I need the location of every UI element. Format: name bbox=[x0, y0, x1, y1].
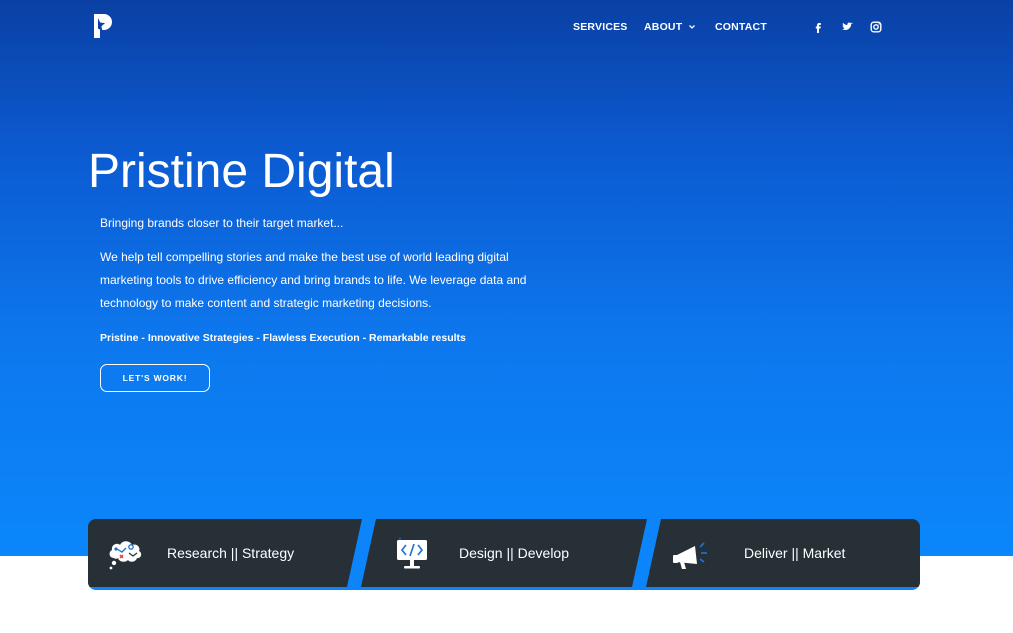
features-bar: Research || Strategy Design || Develop D… bbox=[88, 519, 920, 590]
code-monitor-icon bbox=[393, 536, 431, 572]
feature-research-strategy[interactable]: Research || Strategy bbox=[88, 519, 362, 587]
nav-about-link[interactable]: ABOUT bbox=[644, 21, 696, 33]
nav-about-label: ABOUT bbox=[644, 21, 683, 33]
hero-title: Pristine Digital bbox=[88, 145, 395, 198]
nav-contact-link[interactable]: CONTACT bbox=[715, 21, 767, 33]
hero-description: We help tell compelling stories and make… bbox=[100, 250, 527, 310]
feature-deliver-market[interactable]: Deliver || Market bbox=[646, 519, 920, 587]
twitter-icon[interactable] bbox=[840, 20, 854, 34]
instagram-icon[interactable] bbox=[869, 20, 883, 34]
hero-tagline: Bringing brands closer to their target m… bbox=[100, 216, 344, 230]
chevron-down-icon bbox=[689, 25, 696, 30]
nav-services-link[interactable]: SERVICES bbox=[573, 21, 628, 33]
feature-label: Research || Strategy bbox=[167, 545, 295, 561]
facebook-icon[interactable] bbox=[811, 20, 825, 34]
feature-label: Design || Develop bbox=[459, 545, 569, 561]
main-nav: SERVICES ABOUT CONTACT bbox=[0, 21, 1013, 35]
hero-motto: Pristine - Innovative Strategies - Flawl… bbox=[100, 332, 466, 344]
research-cloud-icon bbox=[106, 536, 144, 572]
feature-label: Deliver || Market bbox=[744, 545, 846, 561]
megaphone-icon bbox=[673, 542, 707, 569]
feature-design-develop[interactable]: Design || Develop bbox=[361, 519, 647, 587]
lets-work-button[interactable]: LET'S WORK! bbox=[100, 364, 210, 392]
hero-section: SERVICES ABOUT CONTACT Pristine Digital … bbox=[0, 0, 1013, 556]
